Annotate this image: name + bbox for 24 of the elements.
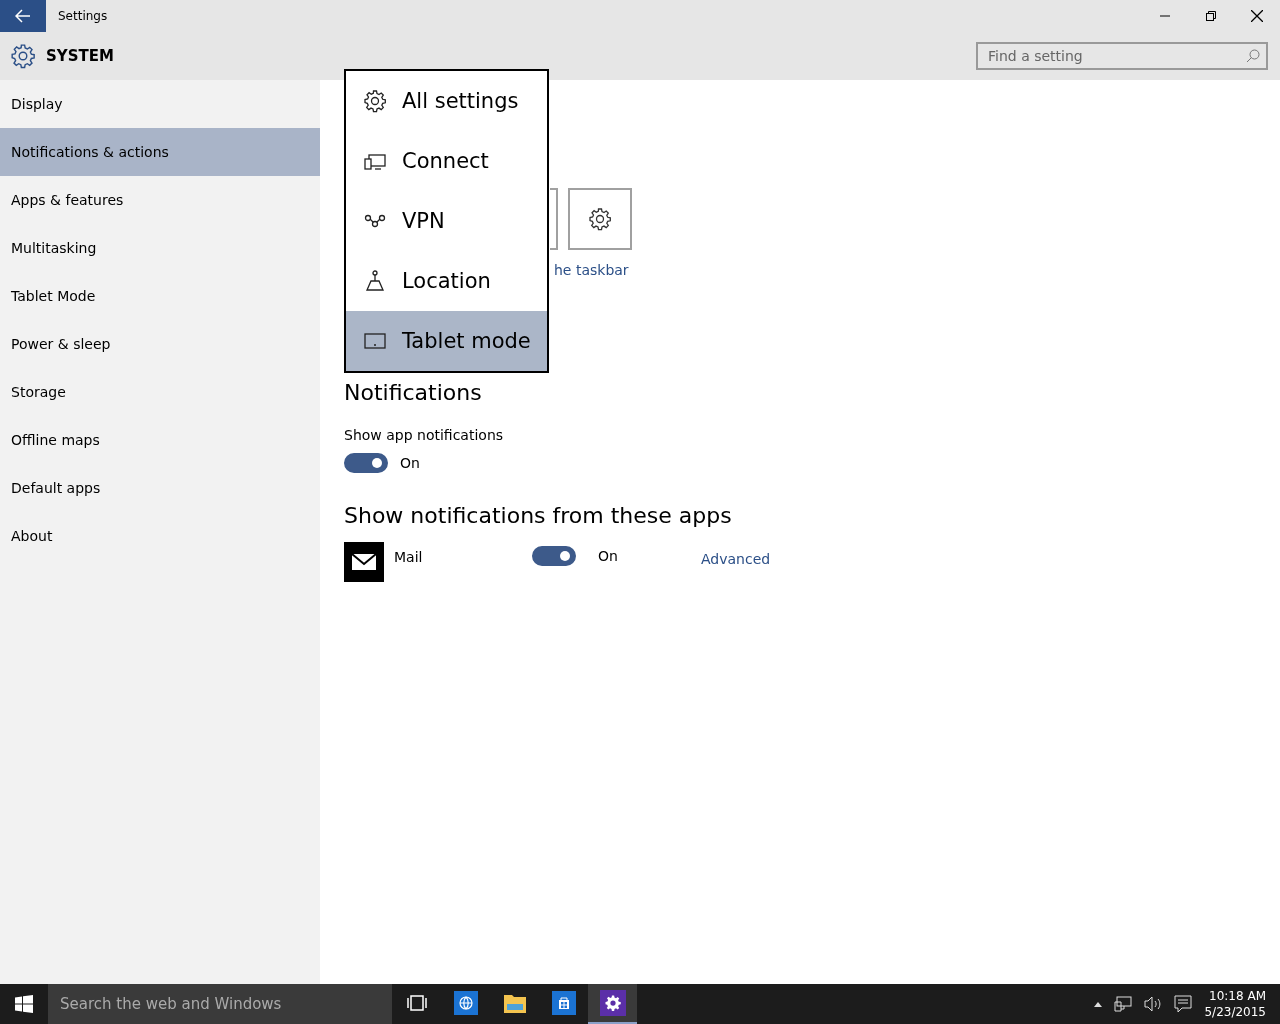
section-heading: Notifications bbox=[344, 380, 483, 405]
sidebar-item[interactable]: Notifications & actions bbox=[0, 128, 320, 176]
menu-item[interactable]: Tablet mode bbox=[346, 311, 547, 371]
setting-label: Show app notifications bbox=[344, 427, 505, 443]
toggle-state: On bbox=[400, 455, 420, 471]
window-title: Settings bbox=[58, 9, 109, 23]
taskbar-search-field[interactable]: Search the web and Windows bbox=[48, 984, 392, 1024]
section-heading: Show notifications from these apps bbox=[344, 503, 733, 528]
sidebar-item[interactable]: Storage bbox=[0, 368, 320, 416]
sidebar-item[interactable]: Offline maps bbox=[0, 416, 320, 464]
sidebar-item[interactable]: Multitasking bbox=[0, 224, 320, 272]
sidebar-item[interactable]: Power & sleep bbox=[0, 320, 320, 368]
clock[interactable]: 10:18 AM 5/23/2015 bbox=[1204, 988, 1266, 1020]
app-name: Mail bbox=[394, 549, 424, 565]
sidebar-item[interactable]: Apps & features bbox=[0, 176, 320, 224]
search-field[interactable]: Find a setting bbox=[976, 42, 1268, 70]
taskbar-link[interactable]: he taskbar bbox=[554, 262, 1280, 278]
sidebar-item[interactable]: About bbox=[0, 512, 320, 560]
sidebar-item[interactable]: Display bbox=[0, 80, 320, 128]
page-title: SYSTEM bbox=[46, 47, 115, 65]
sidebar-item[interactable]: Default apps bbox=[0, 464, 320, 512]
advanced-link[interactable]: Advanced bbox=[701, 551, 771, 567]
toggle-state: On bbox=[598, 548, 618, 564]
sidebar-item[interactable]: Tablet Mode bbox=[0, 272, 320, 320]
